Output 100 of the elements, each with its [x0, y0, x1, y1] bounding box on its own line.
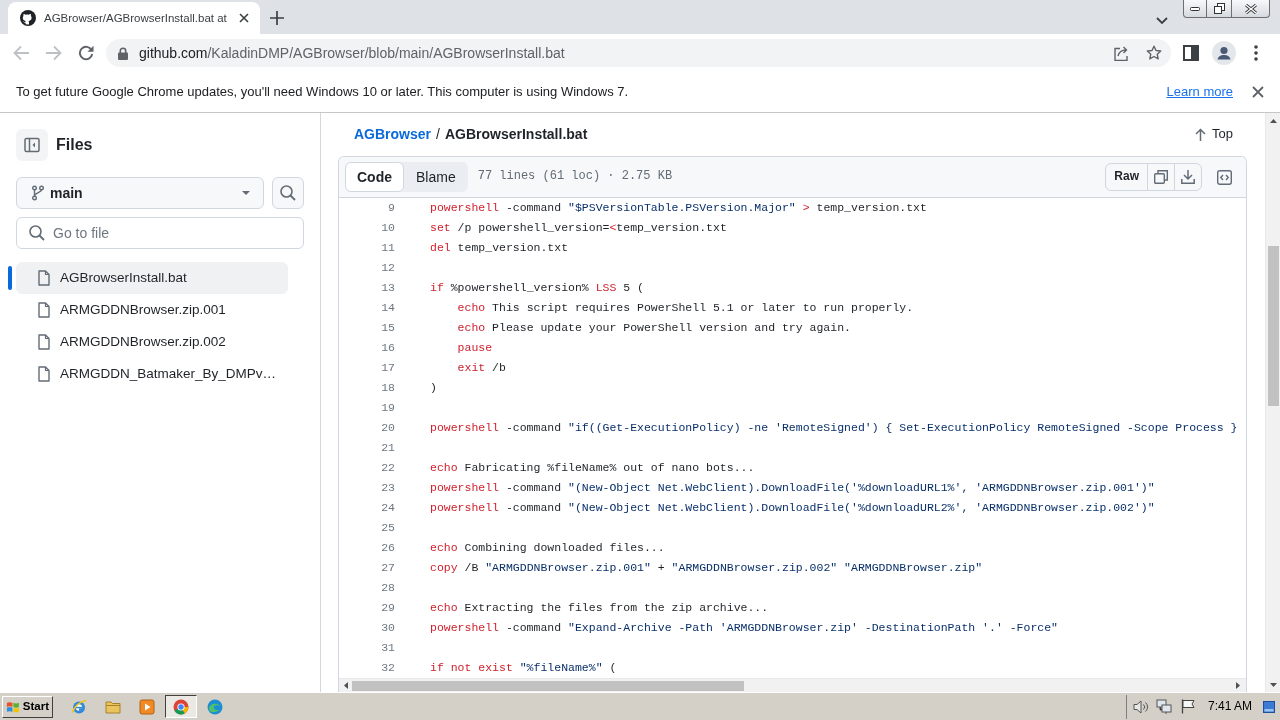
scroll-left-icon[interactable]: [344, 682, 348, 689]
code-line: del temp_version.txt: [430, 240, 569, 256]
speaker-icon[interactable]: [1132, 699, 1149, 714]
star-icon[interactable]: [1146, 45, 1162, 61]
code-line: set /p powershell_version=<temp_version.txt: [430, 220, 727, 236]
branch-button[interactable]: main: [16, 177, 264, 209]
code-line: powershell -command "if((Get-ExecutionPolicy) -ne 'RemoteSigned') { Set-ExecutionPolicy RemoteSigned -Scope Process }: [430, 420, 1238, 436]
line-number: 29: [380, 600, 395, 616]
search-icon: [29, 225, 45, 241]
swirl-icon: [207, 698, 223, 715]
file-item[interactable]: ARMGDDNBrowser.zip.001: [16, 294, 288, 326]
e-globe-icon: [71, 698, 87, 715]
line-number: 27: [380, 560, 395, 576]
view-tab[interactable]: Code: [345, 162, 404, 192]
code-brackets-icon: [1216, 169, 1232, 185]
download-icon: [1181, 170, 1195, 184]
minimize-button[interactable]: [1183, 0, 1207, 18]
learn-more-link[interactable]: Learn more: [1166, 83, 1233, 101]
code-line: echo This script requires PowerShell 5.1 or later to run properly.: [456, 300, 914, 316]
cat-logo-icon: [20, 10, 36, 26]
four-color-flag-icon: [6, 699, 20, 714]
scrollbar-thumb[interactable]: [1267, 246, 1279, 406]
panel-title: Files: [56, 134, 93, 155]
file-icon: [38, 270, 50, 286]
raw-button[interactable]: Raw: [1106, 164, 1147, 190]
restore-button[interactable]: [1207, 0, 1232, 18]
restore-icon: [1213, 3, 1225, 14]
line-number: 20: [380, 420, 395, 436]
line-number: 24: [380, 500, 395, 516]
code-line: if %powershell_version% LSS 5 (: [430, 280, 644, 296]
close-icon: [1244, 3, 1257, 14]
lock-icon: [118, 46, 128, 60]
copy-icon: [1154, 170, 1168, 184]
code-line: powershell -command "$PSVersionTable.PSVersion.Major" > temp_version.txt: [430, 200, 927, 216]
path-separator: /: [436, 125, 440, 144]
caret-icon: [242, 191, 250, 195]
close-icon[interactable]: [1252, 86, 1264, 98]
code-line: echo Extracting the files from the zip archive...: [430, 600, 769, 616]
avatar-icon[interactable]: [1212, 41, 1236, 65]
panel-icon: [24, 137, 40, 153]
search-icon: [280, 185, 296, 201]
line-number: 28: [380, 580, 395, 596]
line-number: 15: [380, 320, 395, 336]
plus-icon[interactable]: [270, 11, 284, 25]
clock-time: 7:41 AM: [1207, 698, 1252, 715]
code-line: echo Please update your PowerShell version and try again.: [456, 320, 851, 336]
scroll-right-icon[interactable]: [1236, 682, 1240, 689]
code-line: copy /B "ARMGDDNBrowser.zip.001" + "ARMGDDNBrowser.zip.002" "ARMGDDNBrowser.zip": [430, 560, 983, 576]
file-name: AGBrowserInstall.bat: [444, 125, 588, 144]
share-icon[interactable]: [1114, 45, 1130, 61]
line-number: 19: [380, 400, 395, 416]
tricolor-circle-icon: [173, 698, 189, 715]
line-number: 32: [380, 660, 395, 676]
repo-link[interactable]: AGBrowser: [354, 125, 432, 144]
file-search-field[interactable]: Go to file: [16, 217, 304, 249]
line-number: 17: [380, 360, 395, 376]
line-number: 21: [380, 440, 395, 456]
file-item[interactable]: ARMGDDNBrowser.zip.002: [16, 326, 288, 358]
top-button[interactable]: Top: [1195, 126, 1233, 143]
show-desktop-icon[interactable]: [1263, 700, 1275, 713]
scroll-up-icon[interactable]: [1269, 119, 1277, 123]
line-number: 23: [380, 480, 395, 496]
file-stats: 77 lines (61 loc) · 2.75 KB: [477, 169, 673, 185]
code-line: echo Combining downloaded files...: [430, 540, 665, 556]
chevron-down-icon[interactable]: [1156, 17, 1168, 25]
code-line: if not exist "%fileName%" (: [430, 660, 617, 676]
line-number: 14: [380, 300, 395, 316]
side-panel-icon[interactable]: [1183, 45, 1199, 61]
sidebar-toggle-button[interactable]: [16, 129, 48, 161]
line-number: 25: [380, 520, 395, 536]
browser-tab[interactable]: AGBrowser/AGBrowserInstall.bat at: [8, 2, 260, 34]
line-number: 26: [380, 540, 395, 556]
selection-indicator: [8, 266, 12, 290]
line-number: 12: [380, 260, 395, 276]
close-icon[interactable]: [239, 13, 249, 23]
update-message: To get future Google Chrome updates, you'll need Windows 10 or later. This computer is using Windows 7.: [16, 83, 629, 101]
address-bar[interactable]: github.com/KaladinDMP/AGBrowser/blob/main/AGBrowserInstall.bat: [106, 39, 1171, 67]
search-button[interactable]: [272, 177, 304, 209]
start-button[interactable]: Start: [2, 695, 53, 718]
code-line: powershell -command "(New-Object Net.WebClient).DownloadFile('%downloadURL2%', 'ARMGDDNBrowser.zip.002')": [430, 500, 1155, 516]
line-number: 31: [380, 640, 395, 656]
file-icon: [38, 334, 50, 350]
flag-icon[interactable]: [1180, 699, 1195, 714]
line-number: 30: [380, 620, 395, 636]
taskbar-app-button[interactable]: [165, 695, 197, 718]
reload-icon[interactable]: [78, 45, 94, 61]
scrollbar-thumb[interactable]: [352, 680, 744, 691]
network-icon[interactable]: [1155, 698, 1172, 715]
file-item[interactable]: AGBrowserInstall.bat: [16, 262, 288, 294]
scroll-down-icon[interactable]: [1269, 683, 1277, 687]
view-tab[interactable]: Blame: [404, 162, 468, 192]
line-number: 11: [380, 240, 395, 256]
line-number: 10: [380, 220, 395, 236]
menu-icon[interactable]: [1254, 45, 1258, 61]
close-button[interactable]: [1232, 0, 1270, 18]
code-line: exit /b: [456, 360, 506, 376]
line-number: 16: [380, 340, 395, 356]
file-item[interactable]: ARMGDDN_Batmaker_By_DMPv…: [16, 358, 288, 390]
file-icon: [38, 366, 50, 382]
code-line: powershell -command "(New-Object Net.WebClient).DownloadFile('%downloadURL1%', 'ARMGDDNBrowser.zip.001')": [430, 480, 1155, 496]
